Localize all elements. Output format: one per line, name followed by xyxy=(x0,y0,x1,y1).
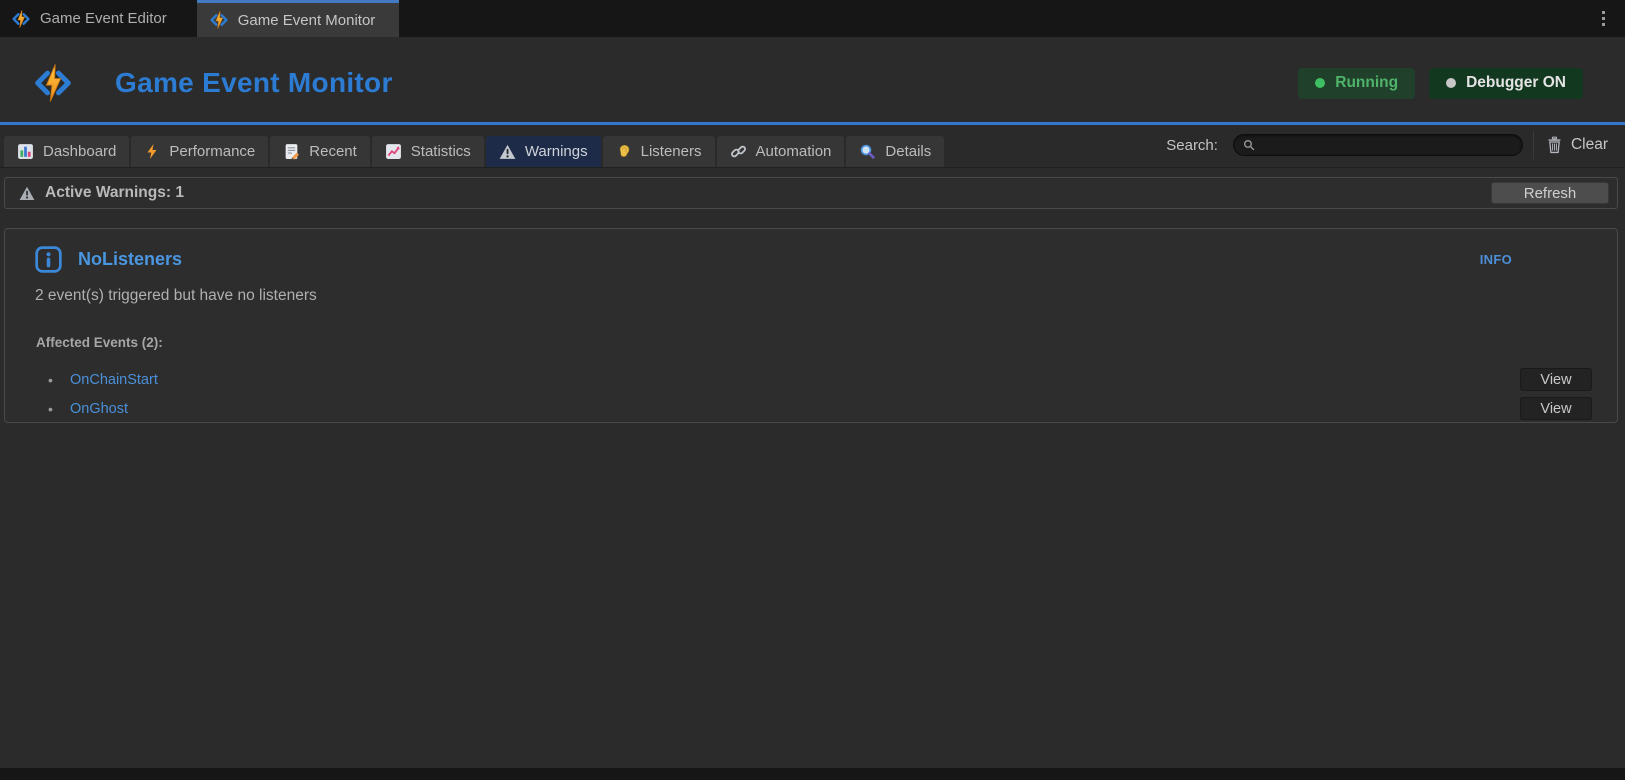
warning-card: NoListeners INFO 2 event(s) triggered bu… xyxy=(4,228,1618,423)
affected-events-list: • OnChainStart View • OnGhost View xyxy=(5,365,1617,423)
tab-label: Listeners xyxy=(641,143,702,160)
bullet-icon: • xyxy=(48,401,70,417)
chart-up-icon xyxy=(385,143,402,160)
active-warnings-count-label: Active Warnings: 1 xyxy=(45,184,184,202)
tab-listeners[interactable]: Listeners xyxy=(603,136,715,167)
link-icon xyxy=(730,143,747,160)
bar-chart-icon xyxy=(17,143,34,160)
kebab-menu-icon[interactable] xyxy=(1598,7,1609,30)
tab-label: Dashboard xyxy=(43,143,116,160)
event-link-onghost[interactable]: OnGhost xyxy=(70,401,128,417)
window-tab-label: Game Event Monitor xyxy=(238,12,376,29)
debugger-label: Debugger ON xyxy=(1466,74,1566,92)
event-link-onchainstart[interactable]: OnChainStart xyxy=(70,372,158,388)
page-title: Game Event Monitor xyxy=(115,67,393,99)
search-field[interactable] xyxy=(1233,134,1523,156)
warning-card-header: NoListeners INFO xyxy=(35,245,1617,273)
severity-badge: INFO xyxy=(1480,252,1512,267)
search-label: Search: xyxy=(1166,137,1218,154)
bolt-logo-icon xyxy=(209,10,229,30)
warning-icon xyxy=(19,186,35,201)
status-badges: Running Debugger ON xyxy=(1298,68,1583,99)
active-warnings-bar: Active Warnings: 1 Refresh xyxy=(4,177,1618,209)
green-dot-icon xyxy=(1315,78,1325,88)
tab-performance[interactable]: Performance xyxy=(131,136,268,167)
search-zone: Search: Clear xyxy=(1166,125,1625,167)
tab-statistics[interactable]: Statistics xyxy=(372,136,484,167)
tab-details[interactable]: Details xyxy=(846,136,944,167)
toolbar-divider xyxy=(1533,131,1534,159)
info-icon xyxy=(35,246,62,273)
list-item: • OnGhost View xyxy=(5,394,1617,423)
tab-label: Warnings xyxy=(525,143,588,160)
tab-recent[interactable]: Recent xyxy=(270,136,370,167)
tab-label: Statistics xyxy=(411,143,471,160)
window-tab-game-event-editor[interactable]: Game Event Editor xyxy=(0,0,185,37)
header: Game Event Monitor Running Debugger ON xyxy=(0,37,1625,122)
trash-icon xyxy=(1546,136,1563,154)
bullet-icon: • xyxy=(48,372,70,388)
clear-label: Clear xyxy=(1571,136,1608,154)
tab-warnings[interactable]: Warnings xyxy=(486,136,601,167)
magnifier-icon xyxy=(859,143,876,160)
tab-dashboard[interactable]: Dashboard xyxy=(4,136,129,167)
refresh-button[interactable]: Refresh xyxy=(1491,182,1609,204)
window-tab-game-event-monitor[interactable]: Game Event Monitor xyxy=(197,0,400,37)
window-titlebar: Game Event Editor Game Event Monitor xyxy=(0,0,1625,37)
tab-label: Performance xyxy=(169,143,255,160)
window-tab-label: Game Event Editor xyxy=(40,10,167,27)
warning-icon xyxy=(499,144,516,160)
bolt-logo-icon xyxy=(11,9,31,29)
tab-label: Recent xyxy=(309,143,357,160)
ear-icon xyxy=(616,143,632,160)
running-status-badge: Running xyxy=(1298,68,1415,99)
app-logo-icon xyxy=(27,60,79,106)
warning-title: NoListeners xyxy=(78,249,182,270)
view-button[interactable]: View xyxy=(1520,368,1592,391)
search-icon xyxy=(1243,139,1255,151)
list-item: • OnChainStart View xyxy=(5,365,1617,394)
lightning-icon xyxy=(144,143,160,160)
memo-icon xyxy=(283,143,300,160)
tab-label: Details xyxy=(885,143,931,160)
clear-button[interactable]: Clear xyxy=(1546,136,1608,154)
gray-dot-icon xyxy=(1446,78,1456,88)
window-bottom-edge xyxy=(0,768,1625,780)
debugger-toggle-badge[interactable]: Debugger ON xyxy=(1429,68,1583,99)
toolbar-tabs: Dashboard Performance Recent xyxy=(4,136,946,167)
warning-description: 2 event(s) triggered but have no listene… xyxy=(35,287,317,305)
affected-events-label: Affected Events (2): xyxy=(36,335,163,350)
view-button[interactable]: View xyxy=(1520,397,1592,420)
running-label: Running xyxy=(1335,74,1398,92)
tab-automation[interactable]: Automation xyxy=(717,136,845,167)
toolbar: Dashboard Performance Recent xyxy=(0,125,1625,168)
game-event-monitor-window: Game Event Editor Game Event Monitor Gam… xyxy=(0,0,1625,780)
search-input[interactable] xyxy=(1261,138,1513,153)
tab-label: Automation xyxy=(756,143,832,160)
